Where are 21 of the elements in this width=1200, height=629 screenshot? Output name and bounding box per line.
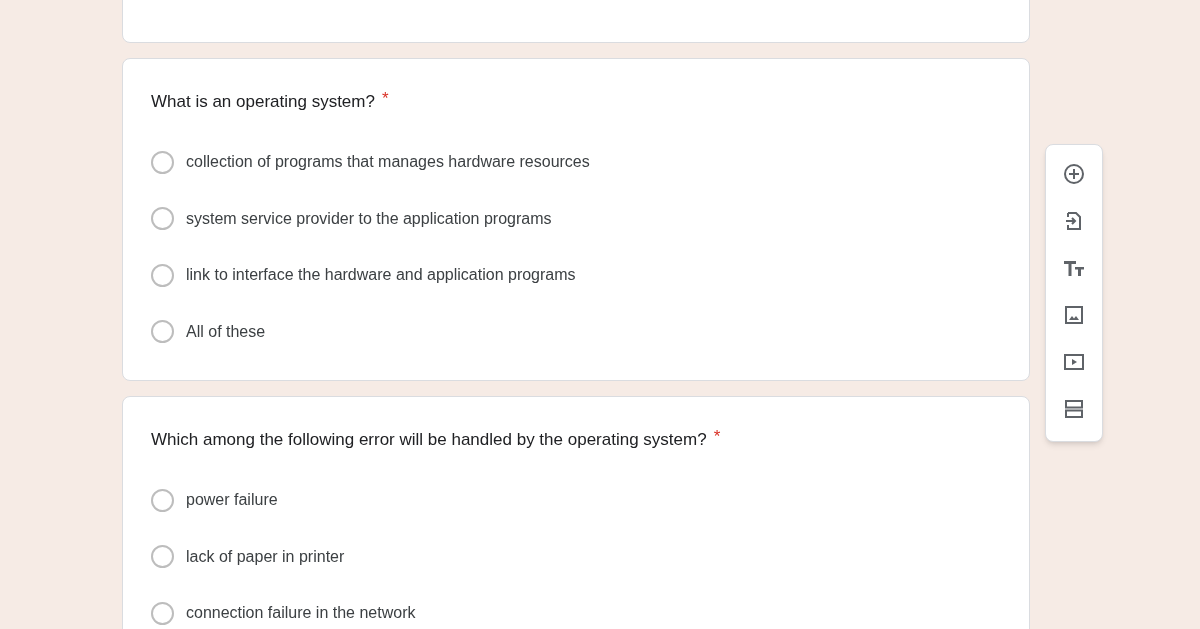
option-label: connection failure in the network [186,603,416,624]
radio-button[interactable] [151,601,174,625]
option-label: link to interface the hardware and application programs [186,265,576,286]
section-icon[interactable] [1062,397,1086,421]
option-label: power failure [186,490,278,511]
question-title: What is an operating system? [151,91,375,113]
required-asterisk: * [381,90,389,108]
question-title: Which among the following error will be handled by the operating system? [151,429,707,451]
radio-button[interactable] [151,320,174,344]
radio-button[interactable] [151,263,174,287]
radio-button[interactable] [151,545,174,569]
add-circle-icon[interactable] [1062,162,1086,186]
radio-button[interactable] [151,488,174,512]
image-icon[interactable] [1062,303,1086,327]
option-label: lack of paper in printer [186,546,345,567]
option-label: system service provider to the application programs [186,208,552,229]
option-label: collection of programs that manages hardware resources [186,152,590,173]
required-asterisk: * [713,428,721,446]
option-label: All of these [186,321,266,342]
radio-button[interactable] [151,150,174,174]
radio-button[interactable] [151,207,174,231]
